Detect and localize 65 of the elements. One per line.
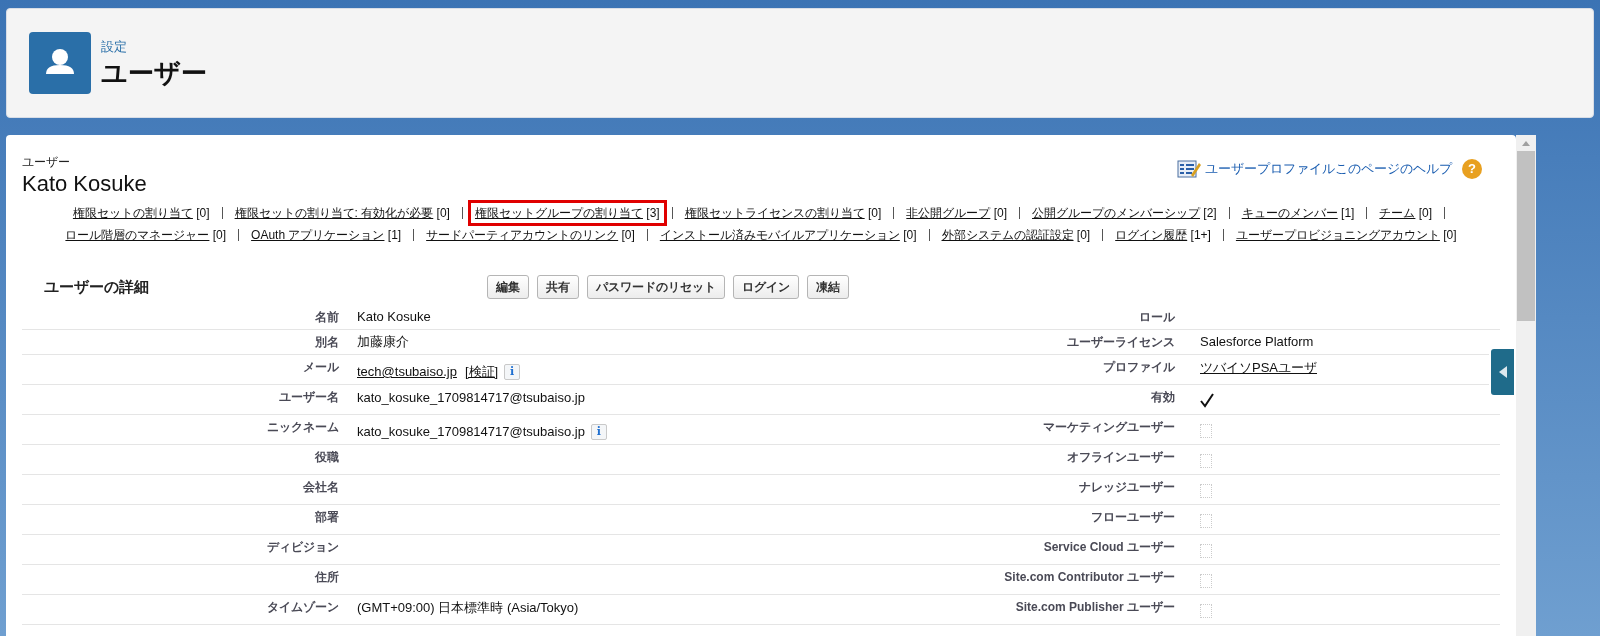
breadcrumb-link[interactable]: 設定: [101, 37, 207, 57]
email-link[interactable]: tech@tsubaiso.jp: [357, 362, 457, 382]
related-list-link[interactable]: キューのメンバー [1]: [1237, 203, 1359, 223]
related-list-link[interactable]: 権限セットの割り当て: 有効化が必要 [0]: [230, 203, 454, 223]
user-icon: [29, 32, 91, 94]
related-list-link[interactable]: 権限セットライセンスの割り当て [0]: [680, 203, 886, 223]
field-value: (GMT+09:00) 日本標準時 (Asia/Tokyo): [357, 600, 579, 615]
side-panel-tab[interactable]: [1489, 347, 1516, 397]
field-label: 別名: [314, 334, 340, 351]
field-label: Service Cloud ユーザー: [1042, 539, 1176, 556]
related-list-link[interactable]: 外部システムの認証設定 [0]: [937, 225, 1095, 245]
field-label: ロール: [1138, 309, 1176, 326]
related-list-link[interactable]: ロール階層のマネージャー [0]: [61, 225, 231, 245]
related-list-link[interactable]: 公開グループのメンバーシップ [2]: [1028, 203, 1221, 223]
action-button[interactable]: ログイン: [733, 275, 799, 299]
field-label: 部署: [314, 509, 340, 526]
field-label: プロファイル: [1102, 359, 1176, 376]
info-icon[interactable]: i: [504, 363, 521, 380]
field-label: フローユーザー: [1090, 509, 1176, 526]
field-label: 役職: [314, 449, 340, 466]
field-label: マーケティングユーザー: [1042, 419, 1176, 436]
field-label: メール: [302, 359, 340, 376]
related-list-link[interactable]: 権限セットの割り当て [0]: [68, 203, 214, 223]
field-value: kato_kosuke_1709814717@tsubaiso.jp: [357, 423, 585, 441]
action-button[interactable]: パスワードのリセット: [587, 275, 725, 299]
related-list-link[interactable]: ログイン履歴 [1+]: [1111, 225, 1215, 245]
field-label: タイムゾーン: [266, 599, 340, 616]
page-title: ユーザー: [101, 56, 207, 89]
scrollbar[interactable]: [1516, 135, 1536, 636]
action-button[interactable]: 編集: [487, 275, 529, 299]
related-list-link[interactable]: インストール済みモバイルアプリケーション [0]: [655, 225, 921, 245]
field-label: 名前: [314, 309, 340, 326]
field-label: 会社名: [302, 479, 340, 496]
field-value: kato_kosuke_1709814717@tsubaiso.jp: [357, 390, 585, 405]
related-list-link[interactable]: 非公開グループ [0]: [902, 203, 1011, 223]
related-list-link[interactable]: 権限セットグループの割り当て [3]: [470, 203, 664, 223]
info-icon[interactable]: i: [590, 423, 607, 440]
field-value: 加藤康介: [357, 334, 409, 350]
record-name: Kato Kosuke: [22, 171, 147, 197]
action-button[interactable]: 凍結: [807, 275, 849, 299]
collapse-arrow-icon: [1498, 366, 1507, 378]
field-label: Site.com Contributor ユーザー: [1003, 569, 1176, 586]
field-label: 住所: [313, 569, 340, 586]
section-title: ユーザーの詳細: [43, 276, 150, 297]
help-link[interactable]: ユーザープロファイルこのページのヘルプ: [1205, 159, 1452, 179]
related-list-link[interactable]: ユーザープロビジョニングアカウント [0]: [1231, 225, 1461, 245]
field-label: 有効: [1150, 389, 1176, 406]
action-button[interactable]: 共有: [537, 275, 579, 299]
related-list-link[interactable]: OAuth アプリケーション [1]: [247, 225, 406, 245]
field-label: ディビジョン: [266, 539, 340, 556]
field-value: Kato Kosuke: [357, 309, 431, 325]
field-label: オフラインユーザー: [1066, 449, 1176, 466]
field-label: Site.com Publisher ユーザー: [1014, 599, 1176, 616]
field-label: ユーザー名: [278, 389, 340, 406]
scrollbar-thumb[interactable]: [1517, 151, 1535, 321]
profile-link[interactable]: ツバイソPSAユーザ: [1200, 360, 1317, 375]
related-list-link[interactable]: チーム [0]: [1375, 203, 1437, 223]
related-list-link[interactable]: サードパーティアカウントのリンク [0]: [422, 225, 639, 245]
verify-link[interactable]: [検証]: [464, 362, 499, 382]
field-label: ナレッジユーザー: [1078, 479, 1176, 496]
list-edit-icon: [1177, 159, 1201, 179]
record-type-label: ユーザー: [22, 154, 71, 171]
field-value: Salesforce Platform: [1200, 334, 1314, 350]
field-label: ニックネーム: [266, 419, 340, 436]
field-label: ユーザーライセンス: [1066, 334, 1176, 351]
